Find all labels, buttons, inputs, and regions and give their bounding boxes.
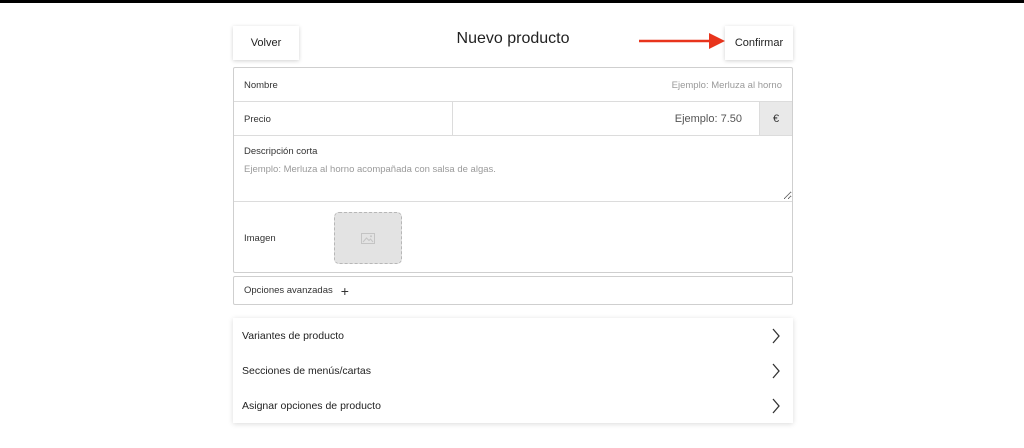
advanced-options-toggle[interactable]: Opciones avanzadas + bbox=[233, 276, 793, 305]
list-item-menu-sections[interactable]: Secciones de menús/cartas bbox=[233, 353, 793, 388]
product-form: Nombre Precio € Descripción corta Imagen bbox=[233, 67, 793, 273]
price-row: Precio € bbox=[234, 102, 792, 136]
chevron-right-icon bbox=[772, 363, 780, 379]
top-black-bar bbox=[0, 0, 1024, 3]
description-row: Descripción corta bbox=[234, 136, 792, 202]
currency-addon: € bbox=[759, 102, 792, 135]
description-label: Descripción corta bbox=[244, 146, 318, 157]
price-label: Precio bbox=[244, 114, 271, 125]
price-input[interactable] bbox=[456, 109, 742, 129]
product-settings-list: Variantes de producto Secciones de menús… bbox=[233, 318, 793, 423]
image-placeholder-icon bbox=[361, 232, 375, 244]
list-item-label: Asignar opciones de producto bbox=[242, 399, 381, 412]
list-item-assign-options[interactable]: Asignar opciones de producto bbox=[233, 388, 793, 423]
name-input[interactable] bbox=[482, 76, 782, 94]
page-header: Volver Nuevo producto Confirmar bbox=[233, 24, 793, 60]
list-item-label: Secciones de menús/cartas bbox=[242, 364, 371, 377]
advanced-options-label: Opciones avanzadas bbox=[244, 285, 333, 296]
image-label: Imagen bbox=[244, 233, 276, 244]
image-upload-dropzone[interactable] bbox=[334, 212, 402, 264]
chevron-right-icon bbox=[772, 328, 780, 344]
description-textarea[interactable] bbox=[244, 164, 792, 200]
confirm-button[interactable]: Confirmar bbox=[725, 26, 793, 60]
chevron-right-icon bbox=[772, 398, 780, 414]
red-arrow-annotation-icon bbox=[639, 33, 725, 49]
list-item-variants[interactable]: Variantes de producto bbox=[233, 318, 793, 353]
plus-icon: + bbox=[340, 282, 349, 299]
name-label: Nombre bbox=[244, 80, 278, 91]
price-divider bbox=[452, 102, 453, 135]
list-item-label: Variantes de producto bbox=[242, 329, 344, 342]
name-row: Nombre bbox=[234, 68, 792, 102]
image-row: Imagen bbox=[234, 202, 792, 272]
